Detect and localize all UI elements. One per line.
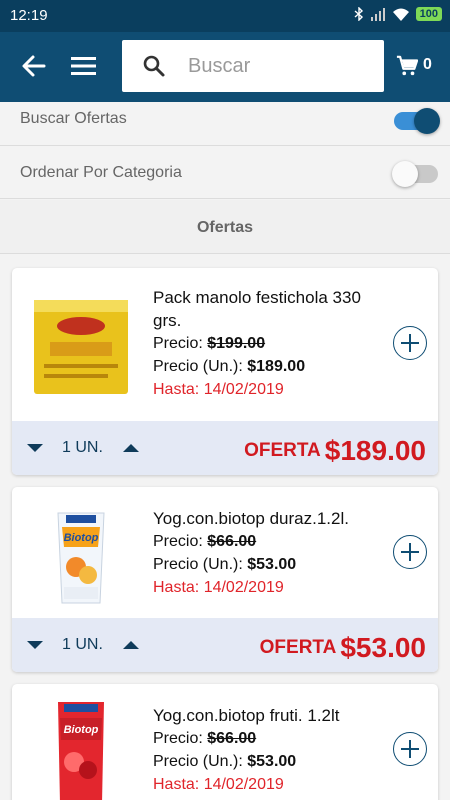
- product-card: Biotop Yog.con.biotop duraz.1.2l. Precio…: [12, 487, 438, 672]
- product-name: Pack manolo festichola 330 grs.: [153, 288, 361, 330]
- offer-valid-until: Hasta: 14/02/2019: [153, 381, 284, 398]
- offer-valid-until: Hasta: 14/02/2019: [153, 579, 284, 596]
- increase-quantity-icon[interactable]: [120, 441, 142, 455]
- app-header: 0: [0, 32, 450, 102]
- status-time: 12:19: [10, 7, 48, 24]
- battery-icon: 100: [415, 7, 442, 21]
- offer-price-block: OFERTA $53.00: [260, 632, 426, 664]
- signal-icon: [370, 8, 385, 21]
- decrease-quantity-icon[interactable]: [24, 638, 46, 652]
- product-info: Pack manolo festichola 330 grs. Precio: …: [153, 286, 393, 401]
- search-icon[interactable]: [142, 54, 166, 78]
- product-card: Pack manolo festichola 330 grs. Precio: …: [12, 268, 438, 475]
- unit-price-label: Precio (Un.):: [153, 556, 243, 573]
- add-to-cart-button[interactable]: [393, 326, 427, 360]
- unit-price: $53.00: [247, 556, 297, 573]
- unit-price-label: Precio (Un.):: [153, 753, 243, 770]
- quantity-bar: 1 UN. OFERTA $189.00: [12, 421, 438, 475]
- search-box[interactable]: [122, 40, 384, 92]
- menu-icon: [71, 57, 96, 75]
- toggle-knob: [414, 108, 440, 134]
- back-arrow-icon: [22, 55, 46, 77]
- quantity-label: 1 UN.: [62, 439, 103, 456]
- buscar-ofertas-toggle[interactable]: [394, 108, 440, 134]
- price-line: Precio: $66.00: [153, 530, 393, 553]
- old-price: $199.00: [207, 335, 266, 352]
- offer-price: $53.00: [340, 632, 426, 663]
- unit-price: $53.00: [247, 753, 297, 770]
- offer-price: $189.00: [324, 435, 426, 466]
- add-to-cart-button[interactable]: [393, 732, 427, 766]
- plus-icon: [401, 740, 419, 758]
- filter-buscar-ofertas: Buscar Ofertas: [0, 102, 450, 146]
- price-line: Precio: $199.00: [153, 332, 393, 355]
- product-name: Yog.con.biotop duraz.1.2l.: [153, 509, 349, 528]
- svg-text:Biotop: Biotop: [64, 724, 99, 736]
- product-name: Yog.con.biotop fruti. 1.2lt: [153, 706, 340, 725]
- wifi-icon: [392, 8, 409, 21]
- unit-price-label: Precio (Un.):: [153, 358, 243, 375]
- status-bar: 12:19 100: [0, 0, 450, 32]
- unit-price: $189.00: [247, 358, 306, 375]
- svg-text:Biotop: Biotop: [64, 532, 99, 544]
- price-label: Precio:: [153, 335, 203, 352]
- unit-price-line: Precio (Un.): $189.00: [153, 355, 393, 378]
- plus-icon: [401, 334, 419, 352]
- price-label: Precio:: [153, 533, 203, 550]
- offer-valid-until: Hasta: 14/02/2019: [153, 776, 284, 793]
- filter-ordenar-categoria: Ordenar Por Categoria: [0, 147, 450, 199]
- offer-tag: OFERTA: [259, 637, 337, 658]
- bluetooth-icon: [354, 7, 363, 21]
- menu-button[interactable]: [70, 54, 98, 78]
- search-input[interactable]: [188, 50, 368, 82]
- decrease-quantity-icon[interactable]: [24, 441, 46, 455]
- filter-label: Buscar Ofertas: [20, 110, 127, 127]
- section-title: Ofertas: [196, 219, 254, 236]
- unit-price-line: Precio (Un.): $53.00: [153, 553, 393, 576]
- plus-icon: [401, 543, 419, 561]
- price-label: Precio:: [153, 730, 203, 747]
- status-icons: 100: [354, 7, 442, 21]
- back-button[interactable]: [20, 52, 48, 80]
- price-line: Precio: $66.00: [153, 727, 393, 750]
- offer-tag: OFERTA: [244, 440, 321, 461]
- section-header: Ofertas: [0, 200, 450, 254]
- product-image: Biotop: [30, 505, 132, 611]
- add-to-cart-button[interactable]: [393, 535, 427, 569]
- increase-quantity-icon[interactable]: [120, 638, 142, 652]
- product-info: Yog.con.biotop fruti. 1.2lt Precio: $66.…: [153, 704, 393, 796]
- filter-label: Ordenar Por Categoria: [20, 164, 182, 181]
- unit-price-line: Precio (Un.): $53.00: [153, 750, 393, 773]
- quantity-label: 1 UN.: [62, 636, 103, 653]
- quantity-bar: 1 UN. OFERTA $53.00: [12, 618, 438, 672]
- cart-icon: [396, 55, 418, 76]
- ordenar-categoria-toggle[interactable]: [392, 161, 438, 187]
- toggle-knob: [392, 161, 418, 187]
- product-image: [30, 294, 132, 400]
- cart-count: 0: [423, 56, 432, 73]
- old-price: $66.00: [207, 533, 257, 550]
- product-card: Biotop Yog.con.biotop fruti. 1.2lt Preci…: [12, 684, 438, 800]
- product-image: Biotop: [30, 698, 132, 800]
- offer-price-block: OFERTA $189.00: [244, 435, 426, 467]
- product-info: Yog.con.biotop duraz.1.2l. Precio: $66.0…: [153, 507, 393, 599]
- cart-button[interactable]: 0: [396, 54, 446, 80]
- old-price: $66.00: [207, 730, 257, 747]
